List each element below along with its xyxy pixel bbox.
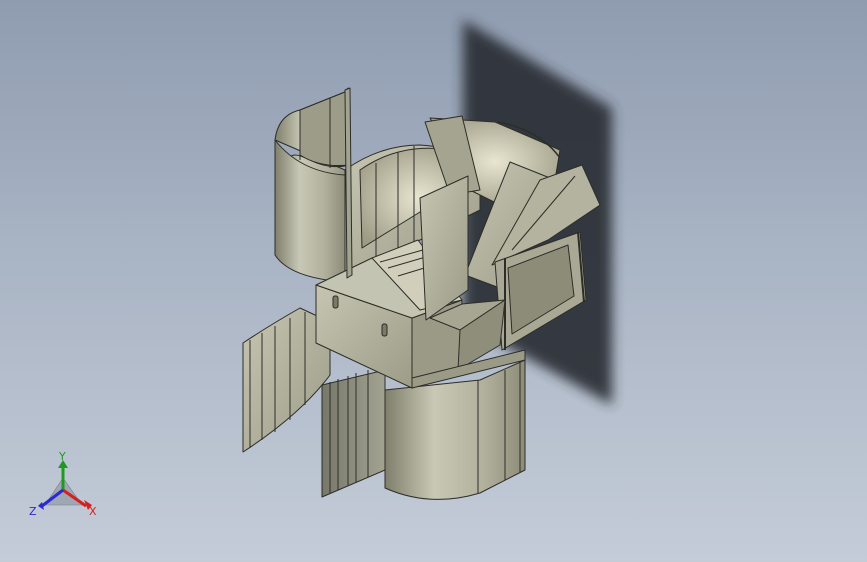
cad-viewport[interactable]: Y X Z <box>0 0 867 562</box>
y-axis-label: Y <box>58 450 66 463</box>
z-axis-label: Z <box>29 505 37 518</box>
handle-left[interactable] <box>332 295 339 309</box>
orientation-triad: Y X Z <box>29 450 97 518</box>
x-axis-label: X <box>89 505 97 518</box>
sheet-metal-assembly[interactable] <box>242 87 601 500</box>
upper-left-cylinder-duct[interactable] <box>274 87 351 283</box>
lower-front-ribbed-panel[interactable] <box>321 369 386 498</box>
handle-right[interactable] <box>381 323 388 337</box>
